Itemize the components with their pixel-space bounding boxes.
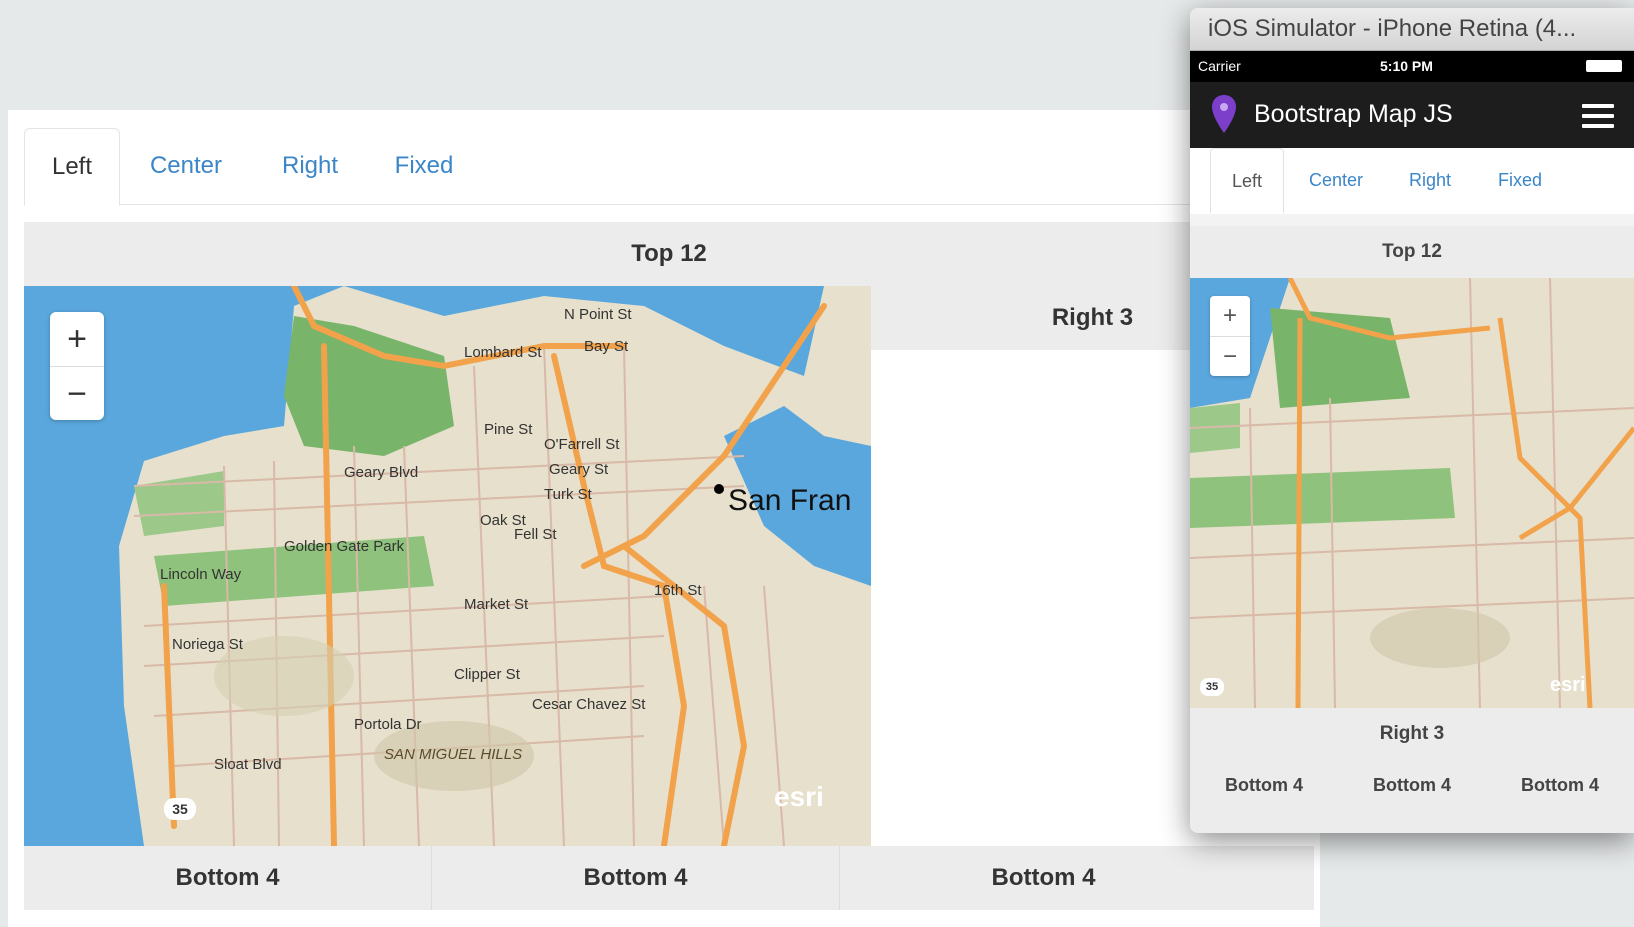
desktop-layout: Left Center Right Fixed Top 12 + − San F… <box>8 110 1320 927</box>
tab-bar: Left Center Right Fixed <box>24 128 1314 206</box>
sim-tab-right[interactable]: Right <box>1390 148 1470 212</box>
sim-tab-left[interactable]: Left <box>1210 148 1284 213</box>
street-label: N Point St <box>564 306 632 323</box>
sim-tab-fixed[interactable]: Fixed <box>1480 148 1560 212</box>
map-view[interactable]: + − San Fran esri 35 Lombard St Bay St N… <box>24 286 871 846</box>
bottom-cell-2: Bottom 4 <box>432 846 840 910</box>
street-label: Pine St <box>484 421 533 438</box>
route-shield-icon: 35 <box>164 798 196 820</box>
ios-simulator-window: iOS Simulator - iPhone Retina (4... Carr… <box>1190 8 1634 833</box>
park-label: Golden Gate Park <box>284 538 405 555</box>
street-label: Fell St <box>514 526 557 543</box>
street-label: Noriega St <box>172 636 243 653</box>
sim-zoom-control: + − <box>1210 296 1250 376</box>
sim-route-shield-icon: 35 <box>1200 678 1224 696</box>
brand-title[interactable]: Bootstrap Map JS <box>1254 100 1453 129</box>
street-label: Clipper St <box>454 666 520 683</box>
street-label: Turk St <box>544 486 592 503</box>
sim-zoom-out-button[interactable]: − <box>1210 337 1250 377</box>
simulator-title-bar[interactable]: iOS Simulator - iPhone Retina (4... <box>1190 8 1634 51</box>
street-label: Lincoln Way <box>160 566 242 583</box>
tab-fixed[interactable]: Fixed <box>376 128 472 204</box>
city-label: San Fran <box>728 484 852 517</box>
sim-map-tiles <box>1190 278 1634 708</box>
sim-tab-center[interactable]: Center <box>1296 148 1376 212</box>
navbar: Bootstrap Map JS <box>1190 82 1634 149</box>
street-label: Bay St <box>584 338 629 355</box>
esri-attribution-logo[interactable]: esri <box>774 781 824 813</box>
sim-top-12-row: Top 12 <box>1190 226 1634 278</box>
battery-icon <box>1586 60 1622 72</box>
street-label: Geary St <box>549 461 609 478</box>
top-12-row: Top 12 <box>24 222 1314 286</box>
sim-bottom-cell-3: Bottom 4 <box>1521 775 1599 795</box>
city-marker-icon <box>714 484 724 494</box>
street-label: O'Farrell St <box>544 436 620 453</box>
bottom-cell-3: Bottom 4 <box>991 864 1096 891</box>
tab-center[interactable]: Center <box>132 128 240 204</box>
sim-bottom-cell-2: Bottom 4 <box>1373 775 1451 795</box>
street-label: 16th St <box>654 582 702 599</box>
street-label: Cesar Chavez St <box>532 696 646 713</box>
sim-map-view[interactable]: + − 35 esri <box>1190 278 1634 708</box>
map-pin-icon <box>1212 95 1236 133</box>
bottom-row: Bottom 4 Bottom 4 Bottom 4 <box>24 846 1314 910</box>
sim-zoom-in-button[interactable]: + <box>1210 296 1250 337</box>
street-label: Market St <box>464 596 529 613</box>
street-label: Geary Blvd <box>344 464 419 481</box>
sim-right-3-row: Right 3 <box>1190 708 1634 760</box>
zoom-in-button[interactable]: + <box>50 312 104 367</box>
tab-right[interactable]: Right <box>262 128 358 204</box>
sim-esri-attribution-logo[interactable]: esri <box>1550 674 1586 697</box>
bottom-cell-1: Bottom 4 <box>24 846 432 910</box>
carrier-label: Carrier <box>1198 58 1241 74</box>
status-bar: Carrier 5:10 PM <box>1190 51 1634 82</box>
hills-label: SAN MIGUEL HILLS <box>384 746 523 763</box>
zoom-out-button[interactable]: − <box>50 367 104 421</box>
zoom-control: + − <box>50 312 104 420</box>
sim-bottom-row: Bottom 4 Bottom 4 Bottom 4 <box>1190 760 1634 833</box>
hamburger-menu-icon[interactable] <box>1582 104 1614 134</box>
sim-bottom-cell-1: Bottom 4 <box>1225 775 1303 795</box>
sim-tab-bar: Left Center Right Fixed <box>1190 148 1634 214</box>
street-label: Portola Dr <box>354 716 422 733</box>
street-label: Lombard St <box>464 344 542 361</box>
status-time: 5:10 PM <box>1380 58 1433 74</box>
street-label: Sloat Blvd <box>214 756 282 773</box>
tab-left[interactable]: Left <box>24 128 120 206</box>
